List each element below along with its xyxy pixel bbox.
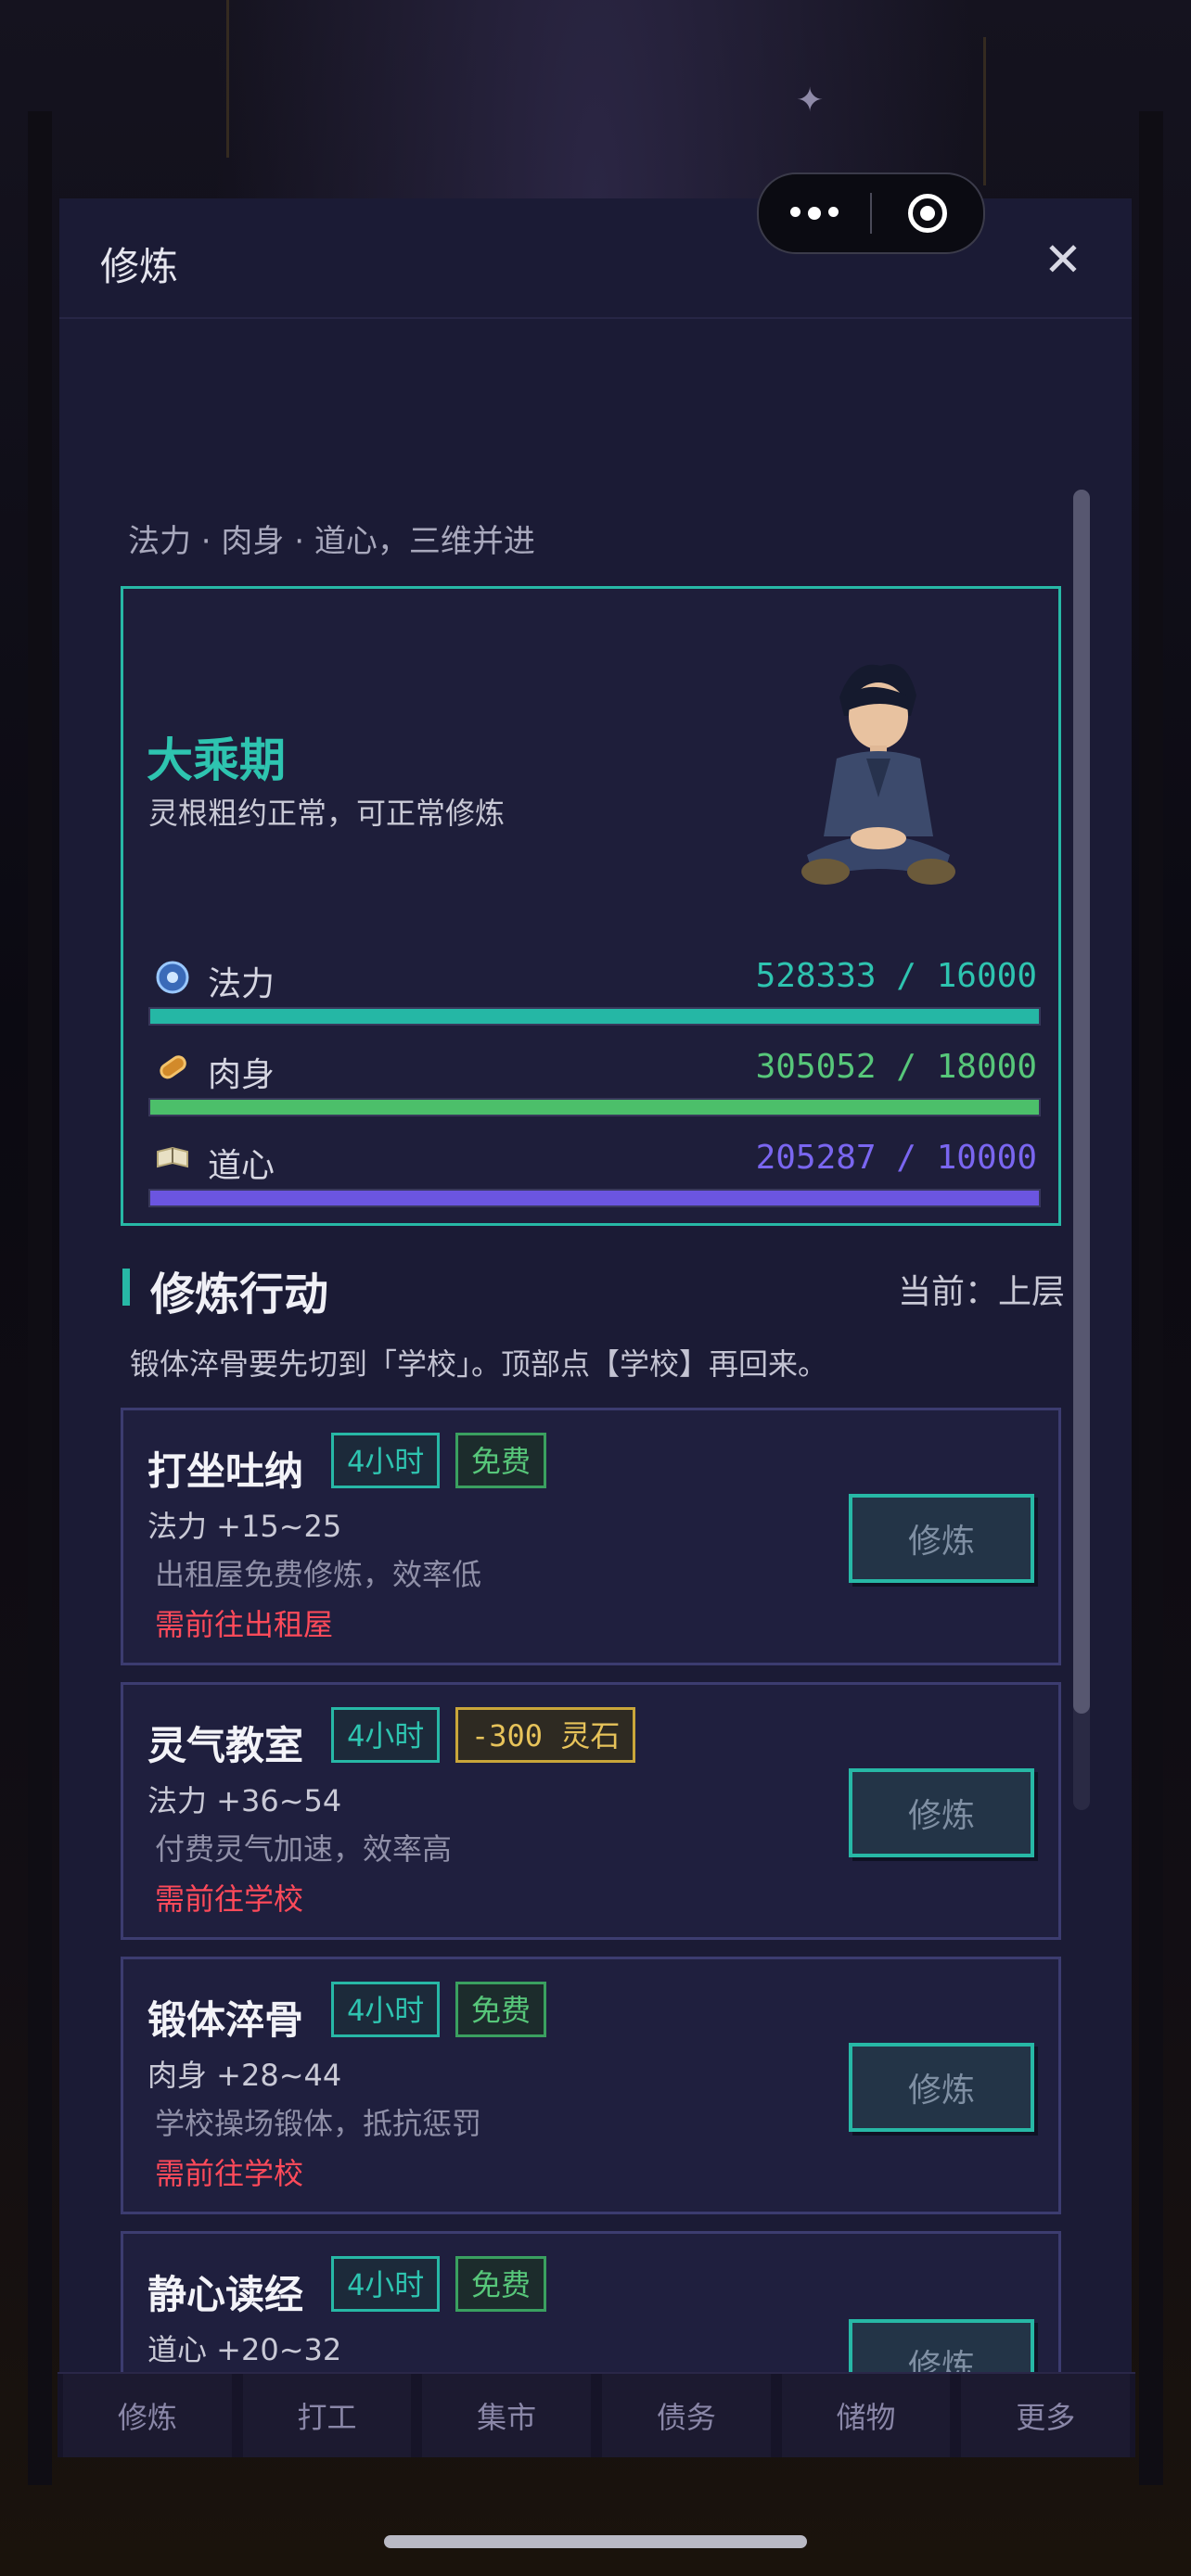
modal-subtitle: 法力 · 肉身 · 道心，三维并进: [128, 523, 535, 560]
cultivate-button[interactable]: 修炼: [849, 1768, 1034, 1857]
nav-item-storage[interactable]: 储物: [781, 2374, 951, 2457]
location-hint: 锻体淬骨要先切到「学校」。顶部点【学校】再回来。: [130, 1346, 828, 1382]
location-requirement: 需前往学校: [155, 2156, 304, 2191]
stat-bar-body: [148, 1098, 1041, 1116]
nav-item-cultivate[interactable]: 修炼: [63, 2374, 232, 2457]
background-pillar: [226, 0, 229, 158]
duration-tag: 4小时: [331, 1707, 441, 1763]
duration-tag: 4小时: [331, 1982, 441, 2037]
realm-title: 大乘期: [147, 733, 286, 787]
nav-item-debt[interactable]: 债务: [602, 2374, 771, 2457]
action-gain: 法力 +15~25: [147, 1509, 342, 1544]
action-description: 出租屋免费修炼，效率低: [155, 1557, 482, 1592]
cost-tag: 免费: [455, 2256, 547, 2312]
background-edge: [1139, 111, 1163, 2485]
location-requirement: 需前往学校: [155, 1881, 304, 1917]
section-title: 修炼行动: [150, 1269, 329, 1320]
action-name: 静心读经: [147, 2272, 304, 2317]
exit-target-icon[interactable]: [872, 194, 983, 233]
background-pillar: [983, 37, 986, 185]
stat-value-mana: 528333 / 16000: [755, 957, 1037, 995]
duration-tag: 4小时: [331, 2256, 441, 2312]
current-location: 当前：上层: [897, 1273, 1065, 1311]
dao-book-icon: [154, 1139, 191, 1176]
stat-label-mana: 法力: [208, 965, 275, 1003]
duration-tag: 4小时: [331, 1433, 441, 1488]
close-icon[interactable]: ✕: [1043, 236, 1083, 283]
scrollbar[interactable]: [1073, 490, 1090, 1810]
nav-item-more[interactable]: 更多: [961, 2374, 1131, 2457]
action-name: 锻体淬骨: [147, 1997, 304, 2043]
section-marker: [122, 1269, 130, 1306]
cost-tag: 免费: [455, 1433, 547, 1488]
action-description: 学校操场锻体，抵抗惩罚: [155, 2106, 482, 2141]
nav-item-market[interactable]: 集市: [422, 2374, 592, 2457]
cost-tag: 免费: [455, 1982, 547, 2037]
nav-item-work[interactable]: 打工: [242, 2374, 412, 2457]
location-requirement: 需前往出租屋: [155, 1607, 334, 1642]
background-edge: [28, 111, 52, 2485]
mana-orb-icon: [154, 959, 191, 996]
action-card: 灵气教室 4小时 -300 灵石法力 +36~54 付费灵气加速，效率高 需前往学校 修炼: [121, 1682, 1061, 1940]
action-card: 锻体淬骨 4小时 免费肉身 +28~44 学校操场锻体，抵抗惩罚 需前往学校 修炼: [121, 1957, 1061, 2214]
stat-bar-dao: [148, 1189, 1041, 1207]
cultivate-button[interactable]: 修炼: [849, 1494, 1034, 1583]
stat-bar-fill-body: [150, 1100, 1039, 1115]
bottom-nav: 修炼 打工 集市 债务 储物 更多: [58, 2372, 1135, 2457]
cultivator-avatar: [801, 664, 955, 885]
stat-bar-fill-mana: [150, 1009, 1039, 1024]
action-gain: 法力 +36~54: [147, 1783, 342, 1818]
action-name: 灵气教室: [147, 1723, 304, 1768]
cost-tag: -300 灵石: [455, 1707, 636, 1763]
cultivate-button[interactable]: 修炼: [849, 2043, 1034, 2132]
sparkle-icon: ✦: [796, 82, 825, 120]
action-description: 付费灵气加速，效率高: [155, 1831, 453, 1867]
miniprogram-capsule: [757, 172, 985, 254]
action-gain: 道心 +20~32: [147, 2332, 342, 2367]
stat-value-dao: 205287 / 10000: [755, 1139, 1037, 1177]
action-name: 打坐吐纳: [147, 1448, 304, 1494]
home-indicator: [384, 2535, 807, 2548]
body-scroll-icon: [154, 1048, 191, 1085]
stat-bar-mana: [148, 1007, 1041, 1026]
modal-title: 修炼: [100, 244, 179, 289]
realm-description: 灵根粗约正常，可正常修炼: [148, 796, 506, 831]
action-gain: 肉身 +28~44: [147, 2058, 342, 2093]
stat-label-dao: 道心: [208, 1147, 275, 1185]
scrollbar-thumb[interactable]: [1073, 490, 1090, 1714]
stat-value-body: 305052 / 18000: [755, 1048, 1037, 1086]
more-dots-icon[interactable]: [759, 207, 870, 220]
stat-bar-fill-dao: [150, 1191, 1039, 1205]
action-card: 打坐吐纳 4小时 免费法力 +15~25 出租屋免费修炼，效率低 需前往出租屋 修炼: [121, 1408, 1061, 1665]
stat-label-body: 肉身: [208, 1056, 275, 1094]
